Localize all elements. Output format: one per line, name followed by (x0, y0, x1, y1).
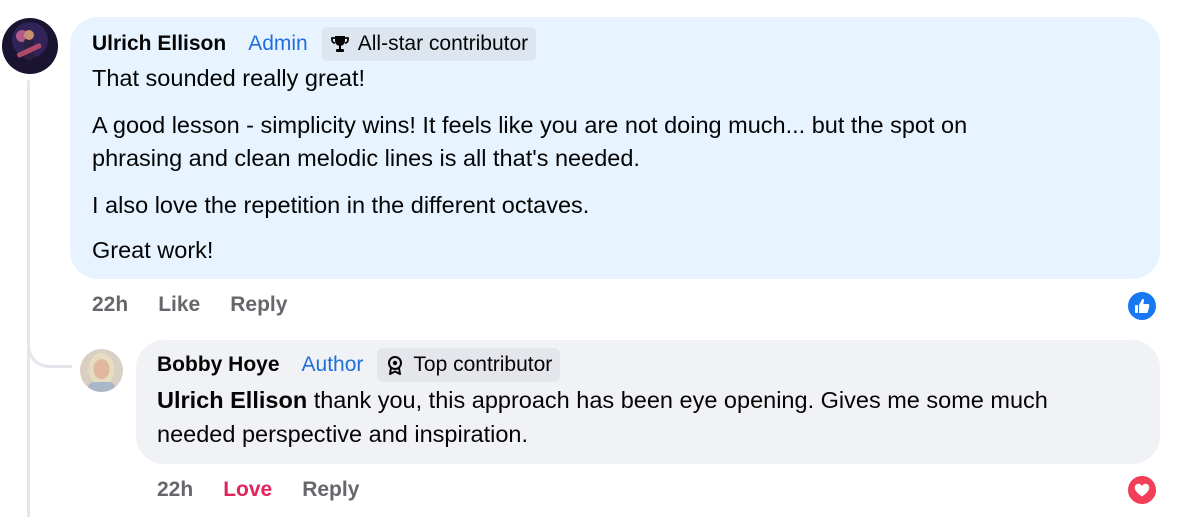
like-icon (1135, 299, 1150, 313)
trophy-icon (330, 36, 349, 52)
heart-icon (1134, 483, 1150, 497)
badge-label: All-star contributor (357, 32, 529, 55)
comment-paragraph: phrasing and clean melodic lines is all … (92, 145, 640, 171)
reply-text: thank you, this approach has been eye op… (307, 387, 1048, 413)
comment-paragraph: I also love the repetition in the differ… (92, 192, 590, 218)
role-label: Admin (248, 32, 308, 55)
author-name[interactable]: Ulrich Ellison (92, 32, 226, 56)
reply-actions: 22h Love Reply (157, 478, 389, 502)
love-button[interactable]: Love (223, 478, 272, 502)
comment-actions: 22h Like Reply (92, 293, 317, 317)
like-reaction-badge[interactable] (1126, 290, 1158, 322)
thread-line (27, 80, 30, 517)
rosette-icon (388, 356, 403, 375)
timestamp[interactable]: 22h (157, 478, 193, 502)
love-reaction-badge[interactable] (1126, 474, 1158, 506)
reply-header: Bobby Hoye Author Top contributor (157, 348, 561, 382)
timestamp[interactable]: 22h (92, 293, 128, 317)
reply-connector-line (27, 330, 72, 368)
reply-text-line: needed perspective and inspiration. (157, 421, 529, 447)
contributor-badge[interactable]: All-star contributor (321, 27, 537, 61)
comment-paragraph: Great work! (92, 237, 214, 263)
comment-paragraph: That sounded really great! (92, 65, 366, 91)
contributor-badge[interactable]: Top contributor (377, 348, 561, 382)
badge-label: Top contributor (413, 353, 553, 376)
reply-text-line: Ulrich Ellison thank you, this approach … (157, 384, 1048, 417)
avatar-ulrich-ellison[interactable] (2, 18, 58, 74)
reply-button[interactable]: Reply (230, 293, 287, 317)
author-name[interactable]: Bobby Hoye (157, 353, 280, 377)
like-button[interactable]: Like (158, 293, 200, 317)
role-label: Author (301, 353, 364, 376)
comment-header: Ulrich Ellison Admin All-star contributo… (92, 27, 537, 61)
reply-button[interactable]: Reply (302, 478, 359, 502)
comment-paragraph: A good lesson - simplicity wins! It feel… (92, 112, 968, 138)
avatar-bobby-hoye[interactable] (80, 349, 123, 392)
mention-link[interactable]: Ulrich Ellison (157, 387, 307, 413)
